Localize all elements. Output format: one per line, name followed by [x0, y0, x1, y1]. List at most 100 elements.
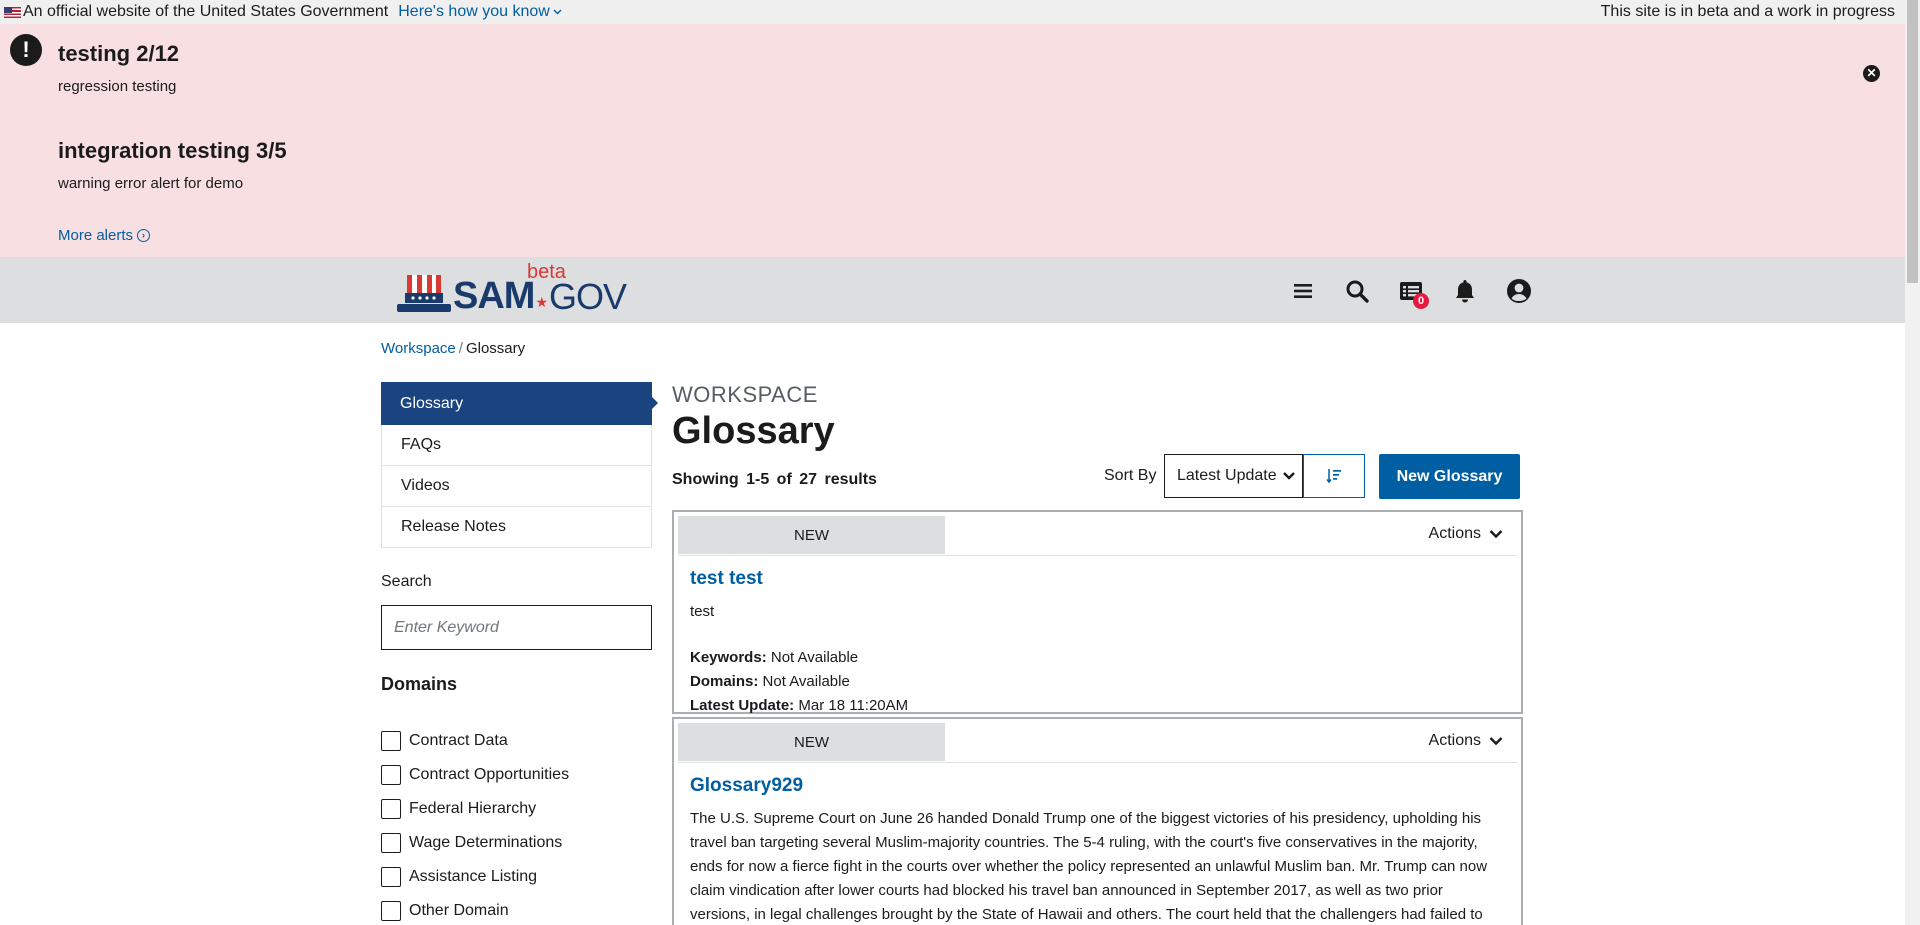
- meta-label: Latest Update:: [690, 697, 795, 714]
- close-icon[interactable]: ✕: [1863, 65, 1880, 82]
- scrollbar-thumb[interactable]: [1907, 0, 1918, 283]
- checkbox[interactable]: [381, 731, 401, 751]
- result-title-link[interactable]: test test: [690, 568, 763, 590]
- domain-filter-wage-determinations[interactable]: Wage Determinations: [381, 826, 569, 860]
- sam-gov-logo[interactable]: SAM ★ GOV beta: [397, 261, 627, 317]
- result-keywords: Keywords: Not Available: [690, 646, 1505, 670]
- result-card: NEW Actions Glossary929 The U.S. Supreme…: [672, 717, 1523, 925]
- chevron-down-icon: [1283, 472, 1295, 480]
- domain-label: Other Domain: [409, 902, 509, 919]
- card-header: NEW Actions: [678, 516, 1517, 556]
- search-label: Search: [381, 573, 432, 590]
- exclamation-icon: !: [10, 34, 42, 66]
- domain-label: Contract Data: [409, 732, 508, 749]
- checkbox[interactable]: [381, 867, 401, 887]
- checkbox[interactable]: [381, 799, 401, 819]
- page: An official website of the United States…: [0, 0, 1905, 925]
- sidebar-item-label: FAQs: [401, 436, 442, 453]
- sidebar-item-label: Glossary: [400, 394, 464, 412]
- alert-text: warning error alert for demo: [58, 175, 244, 192]
- result-domains: Domains: Not Available: [690, 670, 1505, 694]
- search-icon[interactable]: [1341, 275, 1373, 307]
- domain-label: Contract Opportunities: [409, 766, 570, 783]
- breadcrumb: Workspace / Glossary: [381, 340, 525, 357]
- breadcrumb-current: Glossary: [465, 340, 526, 357]
- actions-label: Actions: [1428, 525, 1481, 542]
- menu-icon[interactable]: [1287, 275, 1319, 307]
- result-title-link[interactable]: Glossary929: [690, 775, 803, 797]
- domain-filter-assistance-listing[interactable]: Assistance Listing: [381, 860, 569, 894]
- alert-title: integration testing 3/5: [58, 138, 287, 163]
- keyword-search-input[interactable]: [381, 605, 652, 650]
- logo-beta-text: beta: [527, 261, 566, 283]
- alert-item: testing 2/12 regression testing: [58, 41, 179, 95]
- meta-value: Not Available: [762, 673, 850, 690]
- new-glossary-button[interactable]: New Glossary: [1379, 454, 1520, 499]
- status-tag: NEW: [678, 516, 945, 554]
- results-count: Showing 1-5 of 27 results: [672, 471, 877, 488]
- more-alerts-label: More alerts: [58, 227, 134, 244]
- domain-filter-other-domain[interactable]: Other Domain: [381, 894, 569, 925]
- status-tag: NEW: [678, 723, 945, 761]
- checkbox[interactable]: [381, 901, 401, 921]
- alert-banner: ! testing 2/12 regression testing integr…: [0, 24, 1905, 257]
- workspace-icon[interactable]: 0: [1395, 275, 1429, 309]
- sidebar-item-label: Release Notes: [401, 518, 506, 535]
- bell-icon[interactable]: [1449, 275, 1481, 307]
- domain-filter-contract-data[interactable]: Contract Data: [381, 724, 569, 758]
- actions-dropdown[interactable]: Actions: [1429, 732, 1503, 750]
- breadcrumb-separator: /: [458, 340, 463, 357]
- official-banner: An official website of the United States…: [0, 0, 1905, 24]
- meta-label: Domains:: [690, 673, 759, 690]
- alert-title: testing 2/12: [58, 41, 180, 66]
- chevron-down-icon: [553, 9, 562, 15]
- sort-by-value: Latest Update: [1177, 467, 1277, 484]
- sidebar-item-release-notes[interactable]: Release Notes: [381, 507, 652, 548]
- actions-dropdown[interactable]: Actions: [1429, 525, 1503, 543]
- more-alerts-link[interactable]: More alerts ›: [58, 227, 151, 244]
- card-body: Glossary929 The U.S. Supreme Court on Ju…: [674, 763, 1521, 925]
- domain-filter-federal-hierarchy[interactable]: Federal Hierarchy: [381, 792, 569, 826]
- chevron-down-icon: [1489, 530, 1503, 539]
- sidebar-item-videos[interactable]: Videos: [381, 466, 652, 507]
- sidebar-item-glossary[interactable]: Glossary: [381, 382, 658, 425]
- site-header: SAM ★ GOV beta 0: [0, 257, 1905, 323]
- sidebar-item-faqs[interactable]: FAQs: [381, 425, 652, 466]
- alert-item: integration testing 3/5 warning error al…: [58, 138, 287, 192]
- domain-label: Wage Determinations: [409, 834, 563, 851]
- card-body: test test test Keywords: Not Available D…: [674, 556, 1521, 718]
- how-you-know-label: Here's how you know: [398, 3, 550, 20]
- sidebar-nav: Glossary FAQs Videos Release Notes: [381, 382, 658, 548]
- sort-descending-icon: [1326, 469, 1341, 484]
- chevron-down-icon: [1489, 737, 1503, 746]
- checkbox[interactable]: [381, 765, 401, 785]
- sidebar-item-label: Videos: [401, 477, 450, 494]
- sort-direction-button[interactable]: [1303, 454, 1365, 498]
- arrow-circle-right-icon: ›: [137, 229, 151, 242]
- user-icon[interactable]: [1503, 275, 1535, 307]
- result-card: NEW Actions test test test Keywords: Not…: [672, 510, 1523, 714]
- domain-label: Federal Hierarchy: [409, 800, 537, 817]
- uncle-sam-hat-icon: [397, 275, 451, 312]
- domain-filter-contract-opportunities[interactable]: Contract Opportunities: [381, 758, 569, 792]
- official-text: An official website of the United States…: [23, 3, 389, 20]
- page-scrollbar[interactable]: [1905, 0, 1920, 925]
- card-header: NEW Actions: [678, 723, 1517, 763]
- result-latest-update: Latest Update: Mar 18 11:20AM: [690, 694, 1505, 718]
- checkbox[interactable]: [381, 833, 401, 853]
- breadcrumb-workspace-link[interactable]: Workspace: [381, 340, 456, 357]
- actions-label: Actions: [1428, 732, 1481, 749]
- header-icons: 0: [1287, 275, 1535, 309]
- sort-by-select[interactable]: Latest Update: [1164, 454, 1303, 498]
- section-label: WORKSPACE: [672, 382, 818, 407]
- us-flag-icon: [4, 6, 21, 18]
- meta-label: Keywords:: [690, 649, 767, 666]
- sort-by-label: Sort By: [1104, 467, 1157, 484]
- meta-value: Mar 18 11:20AM: [798, 697, 909, 714]
- meta-value: Not Available: [770, 649, 859, 666]
- beta-notice: This site is in beta and a work in progr…: [1600, 3, 1895, 20]
- result-description: test: [690, 603, 715, 620]
- logo-gov-text: GOV: [549, 276, 627, 317]
- how-you-know-link[interactable]: Here's how you know: [398, 3, 562, 21]
- page-title: Glossary: [672, 410, 835, 452]
